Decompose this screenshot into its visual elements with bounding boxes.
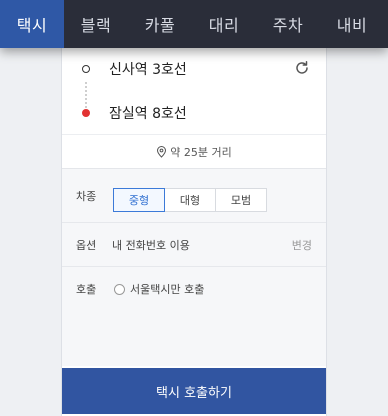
service-tab-bar: 택시 블랙 카풀 대리 주차 내비 [0,0,388,48]
origin-label: 신사역 3호선 [109,62,187,78]
route-section: 신사역 3호선 잠실역 8호선 [62,34,326,134]
tab-parking[interactable]: 주차 [256,0,320,48]
vehicle-type-large[interactable]: 대형 [164,188,216,212]
call-row: 호출 서울택시만 호출 [62,267,326,311]
location-pin-icon [157,145,167,158]
vehicle-type-label: 차종 [76,189,97,203]
call-label: 호출 [76,283,97,296]
seoul-taxi-only-radio[interactable] [114,283,125,295]
origin-marker-icon [82,65,90,73]
tab-carpool[interactable]: 카풀 [128,0,192,48]
vehicle-type-deluxe[interactable]: 모범 [215,188,267,212]
vehicle-type-midsize[interactable]: 중형 [113,188,165,212]
tab-driver[interactable]: 대리 [192,0,256,48]
destination-marker-icon [82,109,90,117]
seoul-taxi-only-label[interactable]: 서울택시만 호출 [130,281,204,297]
trip-estimate: 약 25분 거리 [62,134,326,168]
call-taxi-button[interactable]: 택시 호출하기 [62,368,326,414]
vehicle-type-selector: 중형 대형 모범 [113,188,267,212]
taxi-booking-card: 신사역 3호선 잠실역 8호선 약 25분 거리 차종 중형 대형 모범 옵션 … [61,34,327,416]
option-row: 옵션 내 전화번호 이용 변경 [62,223,326,267]
option-change-link[interactable]: 변경 [292,237,312,253]
tab-black[interactable]: 블랙 [64,0,128,48]
vehicle-type-row: 차종 중형 대형 모범 [62,169,326,223]
estimate-text: 약 25분 거리 [170,145,232,159]
origin-row[interactable]: 신사역 3호선 [62,55,326,83]
refresh-icon[interactable] [294,60,310,76]
option-value: 내 전화번호 이용 [112,238,190,252]
options-panel: 차종 중형 대형 모범 옵션 내 전화번호 이용 변경 호출 서울택시만 호출 [62,168,326,366]
tab-navi[interactable]: 내비 [320,0,384,48]
option-label: 옵션 [76,238,97,252]
destination-label: 잠실역 8호선 [109,106,187,122]
destination-row[interactable]: 잠실역 8호선 [62,99,326,127]
tab-taxi[interactable]: 택시 [0,0,64,48]
